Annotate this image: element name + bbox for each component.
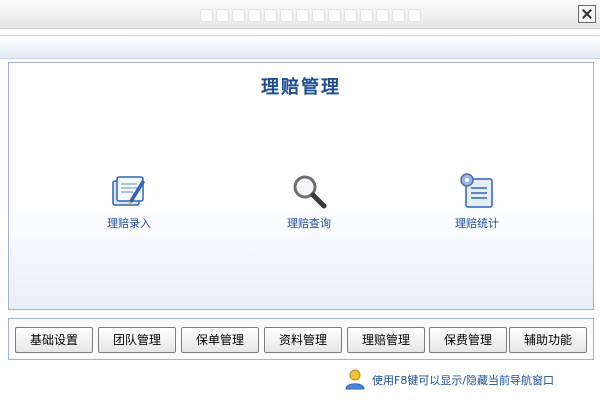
nav-premium-management-button[interactable]: 保费管理 [429,327,507,353]
nav-auxiliary-functions-button[interactable]: 辅助功能 [509,327,587,353]
toolbar-strip [0,35,600,59]
decoration-square [248,9,261,22]
nav-claims-management-button[interactable]: 理赔管理 [347,327,425,353]
document-pen-icon [112,176,145,206]
decoration-square [232,9,245,22]
hint-text: 使用F8键可以显示/隐藏当前导航窗口 [372,374,555,387]
nav-hint: 使用F8键可以显示/隐藏当前导航窗口 [344,366,596,390]
decoration-square [216,9,229,22]
decoration-square [328,9,341,22]
claim-statistics-button[interactable]: 理赔统计 [427,171,527,231]
claim-query-button[interactable]: 理赔查询 [259,171,359,231]
feature-label: 理赔录入 [107,217,151,230]
decoration-square [280,9,293,22]
decoration-square [296,9,309,22]
decoration-square [200,9,213,22]
page-title: 理赔管理 [261,77,341,98]
decoration-square [264,9,277,22]
statistics-gear-icon [460,173,493,208]
claim-entry-button[interactable]: 理赔录入 [79,171,179,231]
decoration-square [392,9,405,22]
feature-label: 理赔查询 [287,217,331,230]
decoration-square [376,9,389,22]
nav-data-management-button[interactable]: 资料管理 [264,327,342,353]
magnifier-icon [293,175,327,209]
feature-label: 理赔统计 [455,217,499,230]
decoration-square [360,9,373,22]
nav-policy-management-button[interactable]: 保单管理 [181,327,259,353]
claims-panel: 理赔管理 理赔录入 理赔查询 理赔统计 [8,62,594,310]
decoration-square [312,9,325,22]
decoration-square [344,9,357,22]
nav-team-management-button[interactable]: 团队管理 [98,327,176,353]
close-icon[interactable] [578,5,596,23]
decoration-square [408,9,421,22]
module-nav-bar: 基础设置 团队管理 保单管理 资料管理 理赔管理 保费管理 辅助功能 [8,318,594,360]
user-icon [345,369,365,390]
nav-basic-settings-button[interactable]: 基础设置 [15,327,93,353]
title-bar [0,0,600,29]
